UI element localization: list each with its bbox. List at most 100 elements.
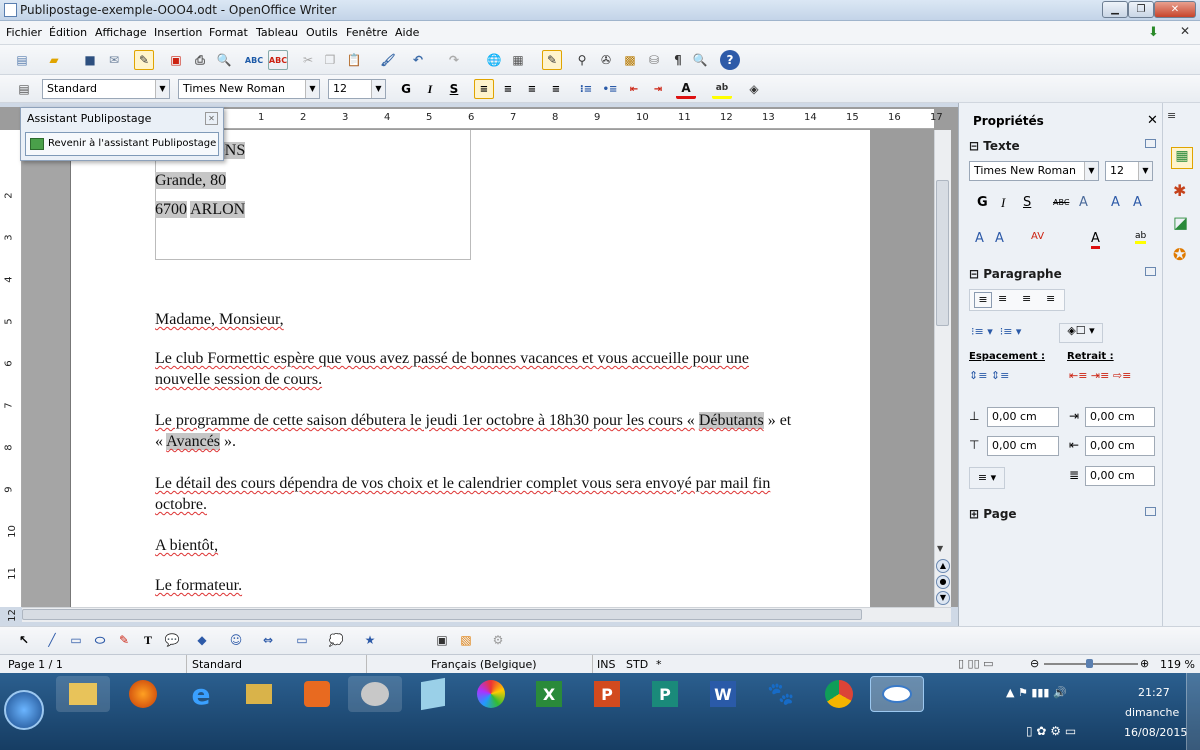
show-draw-functions-icon[interactable]: ✎ [542,50,562,70]
tray-secondary-icons[interactable]: ▯ ✿ ⚙ ▭ [1026,724,1076,738]
sidebar-menu-icon[interactable]: ≡ [1167,109,1176,122]
callouts-icon[interactable]: 💭 [326,630,346,650]
zoom-percentage[interactable]: 119 % [1160,658,1195,671]
font-color-icon[interactable]: A [676,79,696,99]
sidebar-underline-icon[interactable]: S [1023,195,1031,210]
sidebar-align-right-icon[interactable]: ≡ [1022,292,1031,305]
vertical-scroll-thumb[interactable] [936,180,949,326]
undo-icon[interactable]: ↶ [408,50,428,70]
media-player-taskbar-icon[interactable] [290,676,344,712]
font-name-dropdown[interactable]: Times New Roman ▼ [178,79,320,99]
align-left-icon[interactable]: ≡ [474,79,494,99]
ellipse-icon[interactable]: ⬭ [90,630,110,650]
page-style[interactable]: Standard [192,658,242,671]
gallery-icon[interactable]: ▩ [620,50,640,70]
paragraph-section-header[interactable]: ⊟ Paragraphe [969,267,1062,281]
paragraph-background-icon[interactable]: ◈☐ ▾ [1059,323,1103,343]
menu-outils[interactable]: Outils [306,26,338,39]
more-options-icon[interactable] [1145,507,1156,516]
export-pdf-icon[interactable]: ▣ [166,50,186,70]
sidebar-font-dropdown[interactable]: Times New Roman ▼ [969,161,1099,181]
line-icon[interactable]: ╱ [42,630,62,650]
sidebar-align-center-icon[interactable]: ≡ [998,292,1007,305]
insert-mode[interactable]: INS [597,658,615,671]
text-box-icon[interactable]: T [138,630,158,650]
clock-time[interactable]: 21:27 [1138,686,1170,699]
explorer-taskbar-icon[interactable] [56,676,110,712]
table-icon[interactable]: ▦ [508,50,528,70]
gimp-taskbar-icon[interactable]: 🐾 [754,676,808,712]
strikethrough-icon[interactable]: ABC [1053,198,1069,207]
symbol-shapes-icon[interactable]: ☺ [226,630,246,650]
excel-taskbar-icon[interactable]: X [522,676,576,712]
next-page-icon[interactable]: ▼ [936,591,950,605]
email-document-icon[interactable]: ✉ [104,50,124,70]
sidebar-align-left-icon[interactable]: ≡ [974,292,992,308]
fontwork-icon[interactable]: ▧ [456,630,476,650]
print-icon[interactable]: ⎙ [190,50,210,70]
paste-icon[interactable]: 📋 [344,50,364,70]
internet-explorer-taskbar-icon[interactable]: e [174,676,228,712]
more-options-icon[interactable] [1145,139,1156,148]
tray-icons[interactable]: ▲ ⚑ ▮▮▮ 🔊 [1006,686,1067,699]
auto-spellcheck-icon[interactable]: ABC [268,50,288,70]
new-document-icon[interactable]: ▤ [12,50,32,70]
justify-icon[interactable]: ≡ [546,79,566,99]
gallery-deck-icon[interactable]: ◪ [1173,213,1188,232]
scroll-down-icon[interactable]: ▼ [937,544,943,553]
navigator-deck-icon[interactable]: ✪ [1173,245,1186,264]
before-indent-spinner[interactable]: 0,00 cm [1085,407,1155,427]
data-sources-icon[interactable]: ⛁ [644,50,664,70]
print-preview-icon[interactable]: 🔍 [214,50,234,70]
redo-icon[interactable]: ↷ [444,50,464,70]
more-options-icon[interactable] [1145,267,1156,276]
sidebar-italic-icon[interactable]: I [1001,195,1005,211]
menu-format[interactable]: Format [209,26,248,39]
find-replace-icon[interactable]: ⚲ [572,50,592,70]
align-right-icon[interactable]: ≡ [522,79,542,99]
formatting-marks-icon[interactable]: ¶ [668,50,688,70]
shadow-icon[interactable]: A [1079,195,1088,210]
grow-font-icon[interactable]: A [975,231,984,246]
language-indicator[interactable]: Français (Belgique) [431,658,537,671]
minimize-button[interactable]: ▁ [1102,1,1128,18]
selection-mode[interactable]: STD [626,658,648,671]
italic-icon[interactable]: I [420,79,440,99]
hyperlink-icon[interactable]: 🌐 [484,50,504,70]
sidebar-bold-icon[interactable]: G [977,195,988,210]
close-document-icon[interactable]: ✕ [1180,24,1190,38]
stars-icon[interactable]: ★ [360,630,380,650]
vertical-ruler[interactable]: 2 3 4 5 6 7 8 9 10 11 12 [0,130,22,622]
styles-formatting-icon[interactable]: ▤ [14,79,34,99]
background-color-icon[interactable]: ◈ [744,79,764,99]
panel-close-icon[interactable]: ✕ [205,112,218,125]
increase-indent-icon[interactable]: ⇥ [648,79,668,99]
copy-icon[interactable]: ❐ [320,50,340,70]
show-desktop-button[interactable] [1186,673,1200,750]
zoom-out-icon[interactable]: ⊖ [1030,657,1039,670]
powerpoint-taskbar-icon[interactable]: P [580,676,634,712]
picasa-taskbar-icon[interactable] [464,676,518,712]
return-to-assistant-button[interactable]: Revenir à l'assistant Publipostage [25,132,219,156]
navigation-icon[interactable]: ● [936,575,950,589]
cut-icon[interactable]: ✂ [298,50,318,70]
select-icon[interactable]: ↖ [14,630,34,650]
above-spacing-spinner[interactable]: 0,00 cm [987,407,1059,427]
align-center-icon[interactable]: ≡ [498,79,518,99]
first-line-indent-spinner[interactable]: 0,00 cm [1085,466,1155,486]
previous-page-icon[interactable]: ▲ [936,559,950,573]
open-folder-icon[interactable]: ▰ [44,50,64,70]
indent-buttons-icon[interactable]: ⇤≡ ⇥≡ ⇨≡ [1069,369,1131,382]
menu-insertion[interactable]: Insertion [154,26,202,39]
zoom-icon[interactable]: 🔍 [690,50,710,70]
clone-formatting-icon[interactable]: 🖌 [378,50,398,70]
chrome-taskbar-icon[interactable] [812,676,866,712]
document-page[interactable]: MONS Grande, 80 6700 ARLON Madame, Monsi… [70,130,870,607]
highlight-icon[interactable]: ab [712,79,732,99]
word-taskbar-icon[interactable]: W [696,676,750,712]
menu-fichier[interactable]: Fichier [6,26,42,39]
subscript-icon[interactable]: A [1133,195,1142,210]
freeform-icon[interactable]: ✎ [114,630,134,650]
sidebar-justify-icon[interactable]: ≡ [1046,292,1055,305]
decrease-indent-icon[interactable]: ⇤ [624,79,644,99]
